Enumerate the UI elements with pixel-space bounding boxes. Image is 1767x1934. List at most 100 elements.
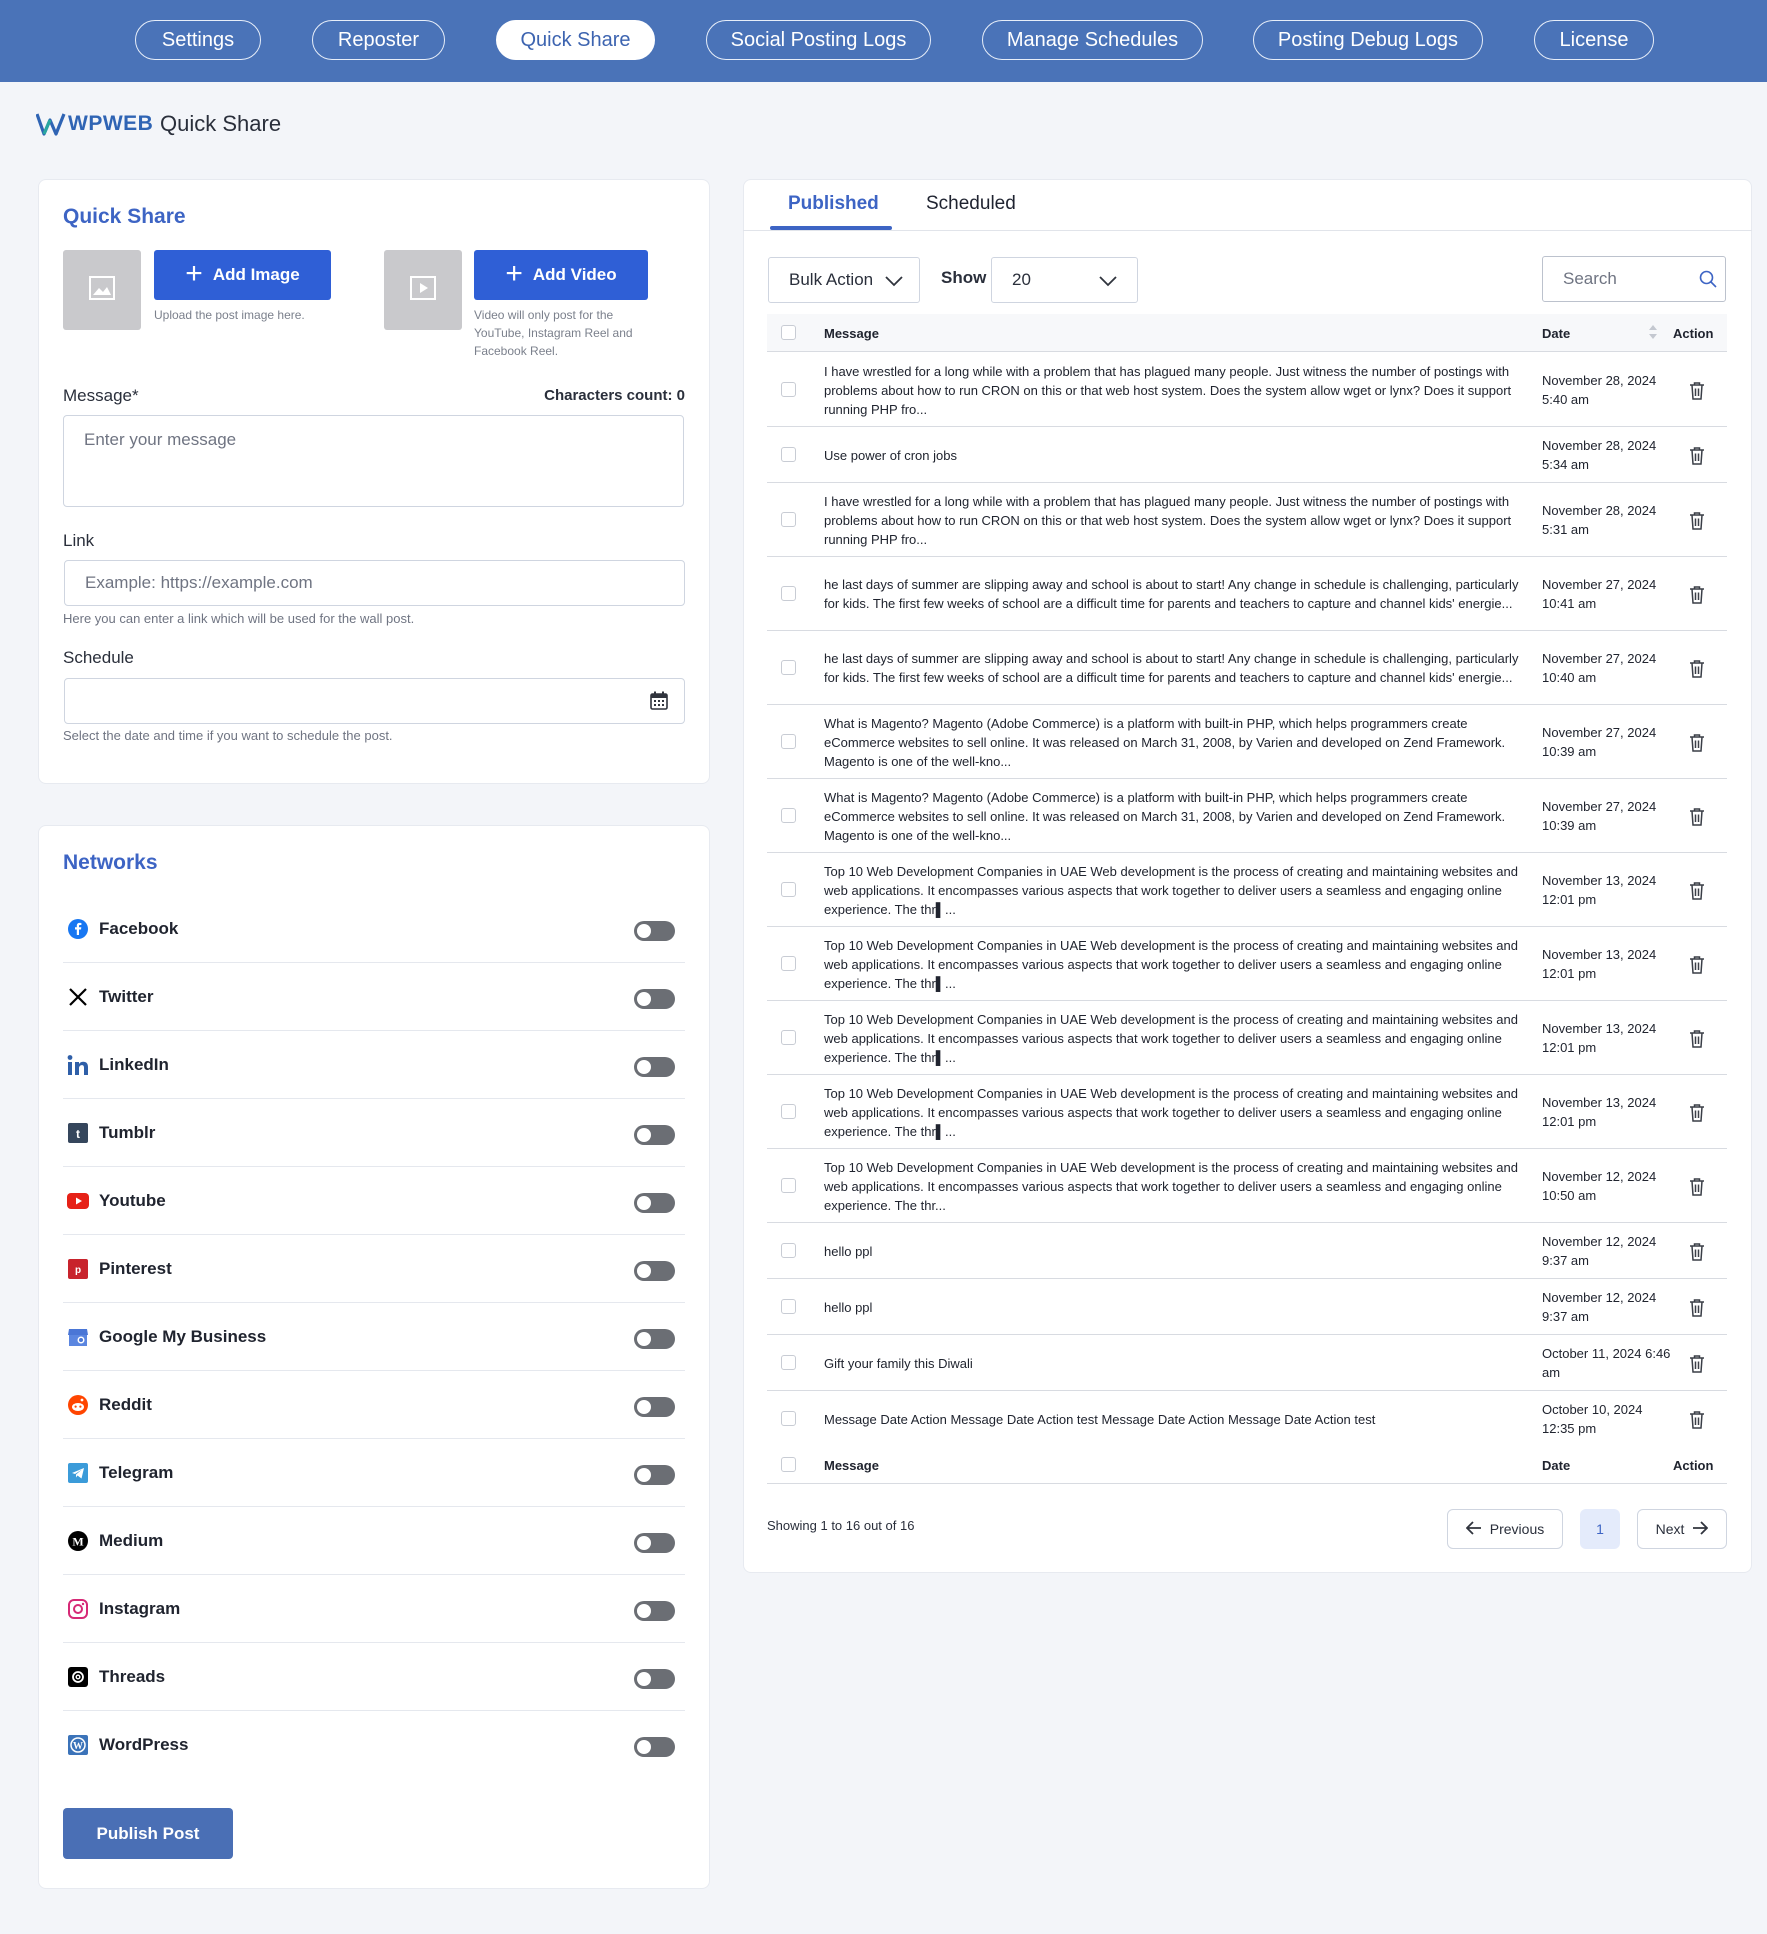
row-checkbox[interactable] <box>781 586 796 601</box>
row-checkbox[interactable] <box>781 1243 796 1258</box>
trash-icon[interactable] <box>1687 1296 1707 1318</box>
linkedin-toggle[interactable] <box>634 1057 675 1077</box>
show-count-select[interactable]: 20 <box>991 257 1138 303</box>
table-row: What is Magento? Magento (Adobe Commerce… <box>767 705 1727 779</box>
trash-icon[interactable] <box>1687 379 1707 401</box>
row-checkbox[interactable] <box>781 1104 796 1119</box>
schedule-input[interactable] <box>64 678 685 724</box>
table-row: hello ppl November 12, 2024 9:37 am <box>767 1279 1727 1335</box>
select-all-checkbox[interactable] <box>781 325 796 340</box>
next-button[interactable]: Next <box>1637 1509 1727 1549</box>
row-checkbox[interactable] <box>781 1355 796 1370</box>
row-message: I have wrestled for a long while with a … <box>824 363 1512 417</box>
tab-published[interactable]: Published <box>788 193 879 215</box>
network-name: Facebook <box>99 918 179 938</box>
table-footer: Message Date Action <box>767 1446 1727 1484</box>
trash-icon[interactable] <box>1687 444 1707 466</box>
row-message: Top 10 Web Development Companies in UAE … <box>824 937 1518 991</box>
table-row: Use power of cron jobs November 28, 2024 … <box>767 427 1727 483</box>
trash-icon[interactable] <box>1687 583 1707 605</box>
row-checkbox[interactable] <box>781 447 796 462</box>
reddit-toggle[interactable] <box>634 1397 675 1417</box>
row-checkbox[interactable] <box>781 882 796 897</box>
row-date: November 28, 2024 5:40 am <box>1542 373 1657 407</box>
row-checkbox[interactable] <box>781 1299 796 1314</box>
trash-icon[interactable] <box>1687 1352 1707 1374</box>
row-checkbox[interactable] <box>781 512 796 527</box>
nav-settings[interactable]: Settings <box>135 20 261 60</box>
tab-scheduled[interactable]: Scheduled <box>926 193 1016 215</box>
facebook-toggle[interactable] <box>634 921 675 941</box>
trash-icon[interactable] <box>1687 1175 1707 1197</box>
table-row: Message Date Action Message Date Action … <box>767 1391 1727 1447</box>
row-date: November 12, 2024 9:37 am <box>1542 1234 1657 1268</box>
select-all-checkbox-footer[interactable] <box>781 1457 796 1472</box>
trash-icon[interactable] <box>1687 731 1707 753</box>
row-checkbox[interactable] <box>781 1030 796 1045</box>
sort-icon[interactable] <box>1649 325 1657 344</box>
nav-license[interactable]: License <box>1534 20 1654 60</box>
medium-toggle[interactable] <box>634 1533 675 1553</box>
trash-icon[interactable] <box>1687 1240 1707 1262</box>
networks-title: Networks <box>63 851 158 874</box>
row-checkbox[interactable] <box>781 1178 796 1193</box>
column-date[interactable]: Date <box>1542 326 1570 341</box>
network-name: Threads <box>99 1666 166 1686</box>
search-input[interactable]: Search <box>1542 256 1726 302</box>
page-1-button[interactable]: 1 <box>1580 1509 1620 1549</box>
row-checkbox[interactable] <box>781 734 796 749</box>
nav-posting-debug-logs[interactable]: Posting Debug Logs <box>1253 20 1483 60</box>
add-image-label: Add Image <box>212 265 300 284</box>
network-row-twitter: Twitter <box>63 963 685 1031</box>
add-video-button[interactable]: + Add Video <box>474 250 648 300</box>
search-icon[interactable] <box>1699 270 1717 293</box>
trash-icon[interactable] <box>1687 879 1707 901</box>
trash-icon[interactable] <box>1687 657 1707 679</box>
wordpress-toggle[interactable] <box>634 1737 675 1757</box>
nav-manage-schedules[interactable]: Manage Schedules <box>982 20 1203 60</box>
row-date: October 10, 2024 12:35 pm <box>1542 1402 1643 1436</box>
instagram-toggle[interactable] <box>634 1601 675 1621</box>
nav-quick-share[interactable]: Quick Share <box>496 20 655 60</box>
twitter-toggle[interactable] <box>634 989 675 1009</box>
brand-logo: WPWEB <box>36 108 153 140</box>
nav-reposter[interactable]: Reposter <box>312 20 445 60</box>
trash-icon[interactable] <box>1687 1408 1707 1430</box>
trash-icon[interactable] <box>1687 953 1707 975</box>
row-checkbox[interactable] <box>781 382 796 397</box>
table-row: I have wrestled for a long while with a … <box>767 483 1727 557</box>
trash-icon[interactable] <box>1687 805 1707 827</box>
row-checkbox[interactable] <box>781 808 796 823</box>
table-row: he last days of summer are slipping away… <box>767 631 1727 705</box>
trash-icon[interactable] <box>1687 509 1707 531</box>
calendar-icon[interactable] <box>650 691 668 715</box>
previous-button[interactable]: Previous <box>1447 1509 1563 1549</box>
telegram-toggle[interactable] <box>634 1465 675 1485</box>
image-hint: Upload the post image here. <box>154 308 305 322</box>
trash-icon[interactable] <box>1687 1101 1707 1123</box>
tumblr-toggle[interactable] <box>634 1125 675 1145</box>
row-checkbox[interactable] <box>781 956 796 971</box>
table-row: Gift your family this Diwali October 11, … <box>767 1335 1727 1391</box>
network-row-telegram: Telegram <box>63 1439 685 1507</box>
add-image-button[interactable]: + Add Image <box>154 250 331 300</box>
footer-column-date: Date <box>1542 1458 1571 1473</box>
pinterest-toggle[interactable] <box>634 1261 675 1281</box>
link-input[interactable]: Example: https://example.com <box>64 560 685 606</box>
threads-toggle[interactable] <box>634 1669 675 1689</box>
nav-social-posting-logs[interactable]: Social Posting Logs <box>706 20 931 60</box>
row-message: he last days of summer are slipping away… <box>824 651 1519 685</box>
network-row-threads: Threads <box>63 1643 685 1711</box>
row-checkbox[interactable] <box>781 660 796 675</box>
link-label: Link <box>63 531 95 550</box>
youtube-toggle[interactable] <box>634 1193 675 1213</box>
google-my-business-toggle[interactable] <box>634 1329 675 1349</box>
trash-icon[interactable] <box>1687 1027 1707 1049</box>
row-checkbox[interactable] <box>781 1411 796 1426</box>
publish-post-button[interactable]: Publish Post <box>63 1808 233 1859</box>
page-title: Quick Share <box>160 111 282 136</box>
message-textarea[interactable]: Enter your message <box>63 415 684 507</box>
bulk-action-select[interactable]: Bulk Action <box>768 257 920 303</box>
network-row-reddit: Reddit <box>63 1371 685 1439</box>
row-message: What is Magento? Magento (Adobe Commerce… <box>824 715 1506 769</box>
